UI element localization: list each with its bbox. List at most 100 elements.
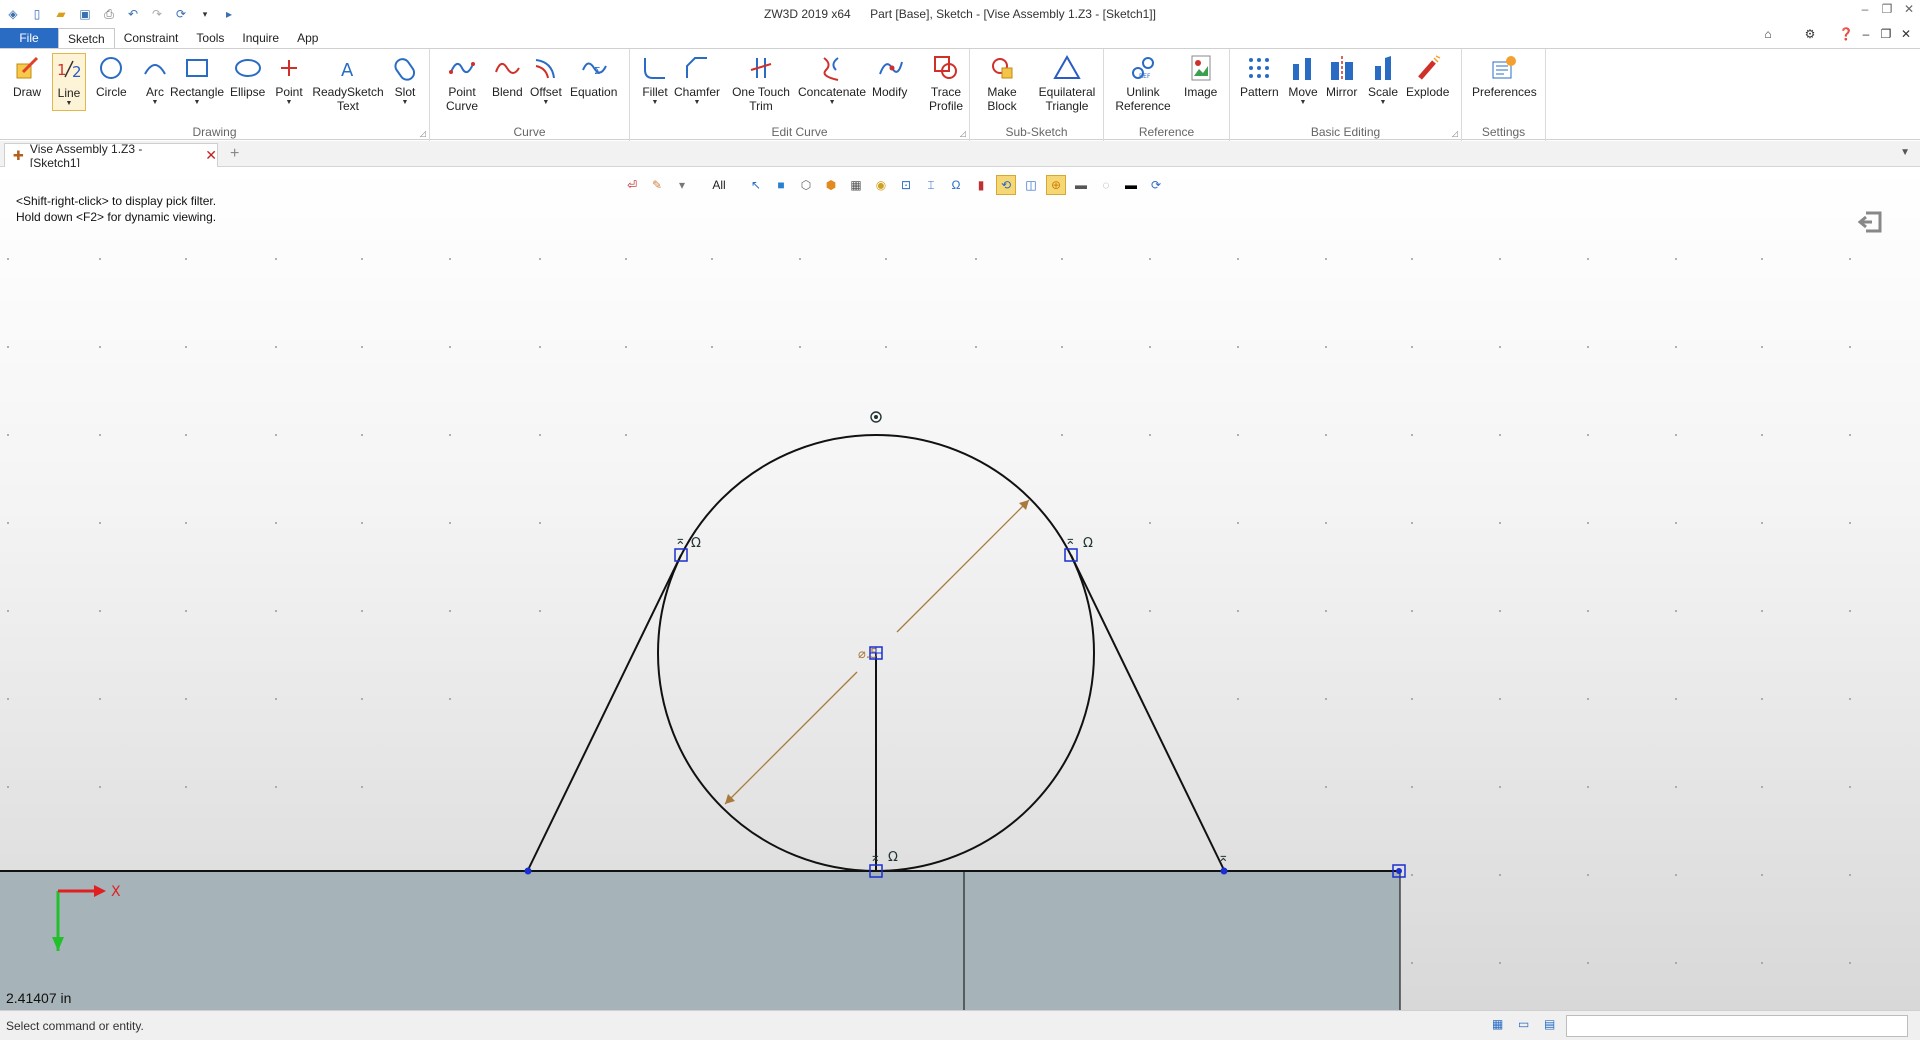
chamfer-button[interactable]: Chamfer ▼ [674, 53, 720, 107]
print-icon[interactable]: ⎙ [100, 5, 118, 23]
omega-constraint-icon: Ω [691, 536, 701, 551]
new-file-icon[interactable]: ▯ [28, 5, 46, 23]
open-folder-icon[interactable]: ▰ [52, 5, 70, 23]
help-icon[interactable]: ❓ [1838, 27, 1854, 41]
chevron-down-icon[interactable]: ▼ [152, 99, 159, 107]
concatenate-button[interactable]: Concatenate ▼ [798, 53, 866, 107]
move-button[interactable]: Move ▼ [1288, 53, 1318, 107]
point-button[interactable]: Point ▼ [274, 53, 304, 107]
chevron-down-icon[interactable]: ▼ [402, 99, 409, 107]
monitor-icon[interactable]: ▭ [1518, 1017, 1534, 1033]
redo-icon[interactable]: ↷ [148, 5, 166, 23]
chevron-down-icon[interactable]: ▼ [286, 99, 293, 107]
dialog-launcher-icon[interactable]: ◿ [420, 129, 426, 138]
app-logo-icon[interactable]: ◈ [4, 5, 22, 23]
pattern-button[interactable]: Pattern [1240, 53, 1279, 99]
dialog-launcher-icon[interactable]: ◿ [1452, 129, 1458, 138]
chevron-down-icon[interactable]: ▼ [194, 99, 201, 107]
tab-app[interactable]: App [288, 28, 327, 48]
add-tab-icon[interactable]: + [230, 145, 239, 163]
preferences-icon [1489, 53, 1519, 83]
status-message: Select command or entity. [6, 1019, 144, 1033]
play-icon[interactable]: ▸ [220, 5, 238, 23]
tab-menu-icon[interactable]: ▼ [1900, 147, 1910, 158]
tab-sketch[interactable]: Sketch [58, 28, 115, 48]
top-anchor-icon[interactable] [870, 411, 882, 423]
point-curve-icon [447, 53, 477, 83]
draw-button[interactable]: Draw [12, 53, 42, 99]
rectangle-button[interactable]: Rectangle ▼ [170, 53, 224, 107]
settings-gear-icon[interactable]: ⚙ [1802, 27, 1818, 41]
minimize-doc-icon[interactable]: – [1858, 27, 1874, 41]
layout-icon[interactable]: ▦ [1492, 1017, 1508, 1033]
chevron-down-icon[interactable]: ▼ [66, 100, 73, 108]
window-icon[interactable]: ▤ [1544, 1017, 1560, 1033]
tab-tools[interactable]: Tools [187, 28, 233, 48]
ribbon: Draw 12 Line ▼ Circle Arc ▼ Rectangle ▼ … [0, 48, 1920, 141]
chevron-down-icon[interactable]: ▼ [694, 99, 701, 107]
tangent-constraint-icons[interactable]: ⌅ Ω ⌅ Ω ⌅ Ω ⌅ [675, 533, 1229, 865]
document-tab[interactable]: ✚ Vise Assembly 1.Z3 - [Sketch1] ✕ [4, 141, 218, 170]
equation-button[interactable]: Σ Equation [570, 53, 617, 99]
close-doc-icon[interactable]: ✕ [1898, 27, 1914, 41]
collapse-ribbon-icon[interactable]: ⌂ [1760, 27, 1776, 41]
slot-button[interactable]: Slot ▼ [390, 53, 420, 107]
document-tab-label: Vise Assembly 1.Z3 - [Sketch1] [29, 141, 143, 170]
chevron-down-icon[interactable]: ▼ [652, 99, 659, 107]
tab-inquire[interactable]: Inquire [233, 28, 288, 48]
chevron-down-icon[interactable]: ▼ [542, 99, 549, 107]
dialog-launcher-icon[interactable]: ◿ [960, 129, 966, 138]
chevron-down-icon[interactable]: ▼ [1380, 99, 1387, 107]
image-button[interactable]: Image [1184, 53, 1217, 99]
ribbon-tabs: File Sketch Constraint Tools Inquire App [0, 28, 327, 48]
app-title: ZW3D 2019 x64 [764, 7, 851, 21]
sketch-canvas[interactable]: ⌀.5 ⌅ Ω ⌅ Ω ⌅ Ω ⌅ X [0, 167, 1920, 1010]
trace-profile-icon [931, 53, 961, 83]
point-curve-button[interactable]: Point Curve [442, 53, 482, 113]
unlink-reference-button[interactable]: REF Unlink Reference [1112, 53, 1174, 113]
close-icon[interactable]: ✕ [1898, 2, 1920, 16]
one-touch-trim-button[interactable]: One Touch Trim [730, 53, 792, 113]
explode-button[interactable]: Explode [1406, 53, 1449, 99]
blend-button[interactable]: Blend [492, 53, 523, 99]
chevron-down-icon[interactable]: ▼ [829, 99, 836, 107]
close-icon[interactable]: ✕ [205, 147, 217, 164]
refresh-icon[interactable]: ⟳ [172, 5, 190, 23]
ellipse-button[interactable]: Ellipse [230, 53, 265, 99]
scale-button[interactable]: Scale ▼ [1368, 53, 1398, 107]
circle-button[interactable]: Circle [96, 53, 127, 99]
diameter-dimension-line-lower[interactable] [724, 671, 858, 805]
offset-button[interactable]: Offset ▼ [530, 53, 562, 107]
restore-icon[interactable]: ❐ [1876, 2, 1898, 16]
make-block-button[interactable]: Make Block [982, 53, 1022, 113]
minimize-icon[interactable]: – [1854, 2, 1876, 16]
mirror-button[interactable]: Mirror [1326, 53, 1357, 99]
chevron-down-icon[interactable]: ▼ [1300, 99, 1307, 107]
preferences-button[interactable]: Preferences [1472, 53, 1537, 99]
sketch-viewport[interactable]: <Shift-right-click> to display pick filt… [0, 167, 1920, 1010]
mirror-icon [1327, 53, 1357, 83]
command-input[interactable] [1566, 1015, 1908, 1037]
save-icon[interactable]: ▣ [76, 5, 94, 23]
right-tangent-line[interactable] [1070, 554, 1225, 871]
restore-doc-icon[interactable]: ❐ [1878, 27, 1894, 41]
customize-dropdown-icon[interactable]: ▾ [196, 5, 214, 23]
arc-button[interactable]: Arc ▼ [140, 53, 170, 107]
circle-icon [96, 53, 126, 83]
diameter-dimension-line-upper[interactable] [896, 499, 1030, 633]
equilateral-triangle-button[interactable]: Equilateral Triangle [1036, 53, 1098, 113]
readysketch-text-button[interactable]: A ReadySketch Text [312, 53, 384, 113]
line-button[interactable]: 12 Line ▼ [52, 53, 86, 111]
svg-text:2: 2 [72, 63, 82, 81]
right-line-end-point[interactable] [1220, 867, 1228, 875]
ribbon-right-controls: ⌂ ⚙ ❓ – ❐ ✕ [1760, 24, 1920, 44]
trace-profile-button[interactable]: Trace Profile [924, 53, 968, 113]
tab-file[interactable]: File [0, 28, 58, 48]
x-axis-label: X [111, 884, 121, 900]
tab-constraint[interactable]: Constraint [115, 28, 188, 48]
modify-button[interactable]: Modify [872, 53, 907, 99]
fillet-button[interactable]: Fillet ▼ [640, 53, 670, 107]
left-tangent-line[interactable] [527, 554, 682, 871]
undo-icon[interactable]: ↶ [124, 5, 142, 23]
left-line-end-point[interactable] [524, 867, 532, 875]
